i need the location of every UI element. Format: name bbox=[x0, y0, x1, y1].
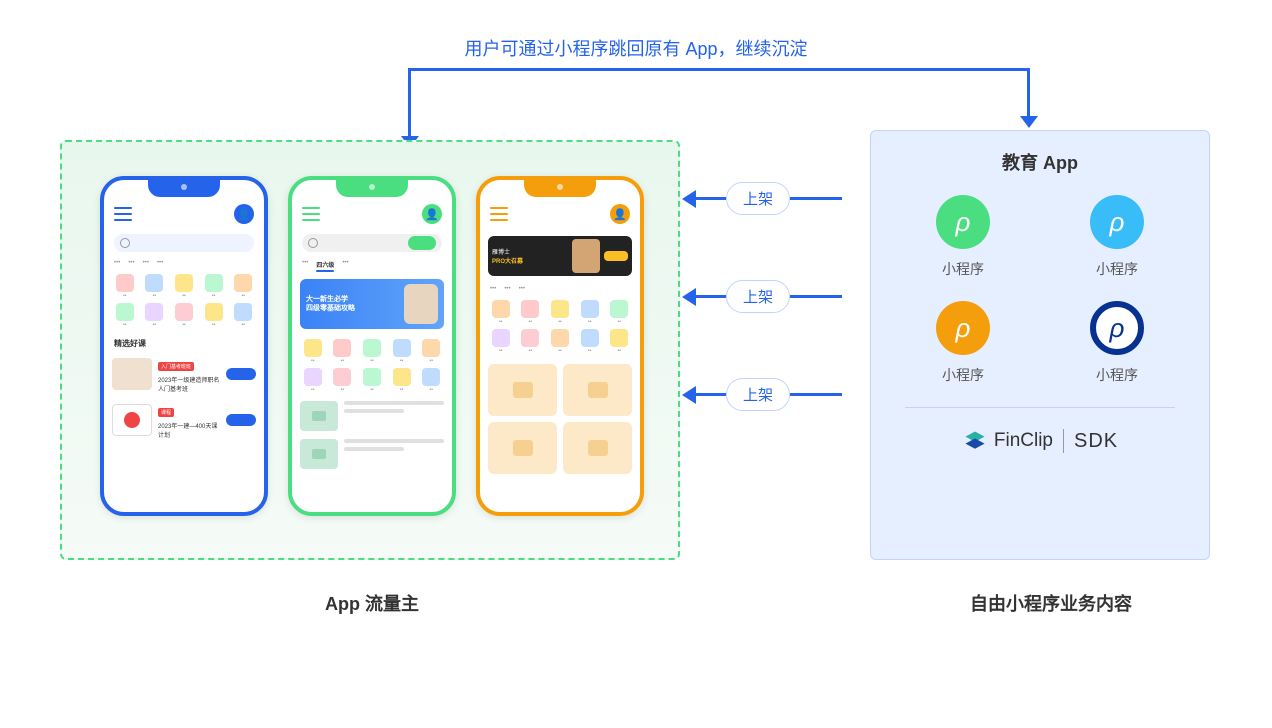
publish-arrow: 上架 bbox=[682, 182, 842, 215]
search-bar bbox=[114, 234, 254, 252]
content-cell bbox=[563, 422, 632, 474]
user-avatar-icon: 👤 bbox=[610, 204, 630, 224]
list-thumb bbox=[300, 401, 338, 431]
banner-line1: 雁博士 bbox=[492, 247, 523, 256]
miniprogram-icon: ρ bbox=[1090, 195, 1144, 249]
sdk-brand-row: FinClip SDK bbox=[891, 428, 1189, 454]
course-title: 2023年一级建造师职名人门基考班 bbox=[158, 375, 220, 393]
content-cell bbox=[488, 364, 557, 416]
top-arrow-left-segment bbox=[408, 68, 411, 140]
sdk-label: SDK bbox=[1074, 430, 1118, 453]
category-tabs: •••四六级••• bbox=[292, 256, 452, 273]
tab-active: 四六级 bbox=[316, 260, 334, 269]
search-action bbox=[408, 236, 436, 250]
feature-icon-grid: •• •• •• •• •• •• •• •• •• •• bbox=[104, 270, 264, 332]
top-arrow-right-segment bbox=[1027, 68, 1030, 118]
finclip-logo: FinClip bbox=[962, 428, 1053, 454]
feature-icon-grid: •• •• •• •• •• •• •• •• •• •• bbox=[480, 296, 640, 358]
list-item bbox=[292, 435, 452, 473]
banner-line2: 四级零基础攻略 bbox=[306, 304, 355, 313]
course-thumbnail bbox=[112, 358, 152, 390]
search-bar bbox=[302, 234, 442, 252]
miniprogram-item: ρ 小程序 bbox=[1065, 195, 1169, 279]
miniprogram-grid: ρ 小程序 ρ 小程序 ρ 小程序 ρ 小程序 bbox=[891, 195, 1189, 385]
promo-banner: 雁博士 PRO大召募 bbox=[488, 236, 632, 276]
list-item bbox=[292, 397, 452, 435]
menu-icon bbox=[490, 207, 508, 221]
search-icon bbox=[308, 238, 318, 248]
banner-cta bbox=[604, 251, 628, 261]
menu-icon bbox=[114, 207, 132, 221]
left-panel-label: App 流量主 bbox=[325, 590, 419, 616]
publish-arrow: 上架 bbox=[682, 280, 842, 313]
phone-notch bbox=[148, 179, 220, 197]
miniprogram-label: 小程序 bbox=[1096, 259, 1138, 279]
arrow-left-icon bbox=[682, 386, 696, 404]
content-cell bbox=[488, 422, 557, 474]
course-card: 课程 2023年一建—400天课计划 bbox=[104, 397, 264, 443]
course-card: 入门基考班班 2023年一级建造师职名人门基考班 bbox=[104, 351, 264, 397]
miniprogram-item: ρ 小程序 bbox=[911, 195, 1015, 279]
miniprogram-label: 小程序 bbox=[1096, 365, 1138, 385]
miniprogram-label: 小程序 bbox=[942, 365, 984, 385]
user-avatar-icon: 👤 bbox=[422, 204, 442, 224]
banner-line1: 大一新生必学 bbox=[306, 295, 355, 304]
phone-mockup-orange: 👤 雁博士 PRO大召募 ••••••••• •• •• •• •• •• ••… bbox=[476, 176, 644, 516]
content-cell bbox=[563, 364, 632, 416]
promo-banner: 大一新生必学 四级零基础攻略 bbox=[300, 279, 444, 329]
phone-notch bbox=[336, 179, 408, 197]
miniprogram-icon: ρ bbox=[1090, 301, 1144, 355]
divider bbox=[905, 407, 1175, 408]
section-title: 精选好课 bbox=[104, 332, 264, 351]
miniprogram-label: 小程序 bbox=[942, 259, 984, 279]
right-panel-title: 教育 App bbox=[891, 149, 1189, 175]
vertical-divider bbox=[1063, 429, 1064, 453]
miniprogram-icon: ρ bbox=[936, 195, 990, 249]
banner-portrait bbox=[572, 239, 600, 273]
right-panel-label: 自由小程序业务内容 bbox=[970, 590, 1132, 616]
course-title: 2023年一建—400天课计划 bbox=[158, 421, 220, 439]
miniprogram-item: ρ 小程序 bbox=[911, 301, 1015, 385]
finclip-brand-text: FinClip bbox=[994, 430, 1053, 452]
menu-icon bbox=[302, 207, 320, 221]
arrow-label: 上架 bbox=[726, 378, 790, 411]
badge: 课程 bbox=[158, 408, 174, 417]
top-arrow-right-head-icon bbox=[1020, 116, 1038, 128]
user-avatar-icon: 👤 bbox=[234, 204, 254, 224]
badge: 入门基考班班 bbox=[158, 362, 194, 371]
content-grid bbox=[480, 358, 640, 480]
arrow-left-icon bbox=[682, 190, 696, 208]
arrow-left-icon bbox=[682, 288, 696, 306]
phone-notch bbox=[524, 179, 596, 197]
miniprogram-icon: ρ bbox=[936, 301, 990, 355]
miniprogram-item: ρ 小程序 bbox=[1065, 301, 1169, 385]
top-arrow-horizontal bbox=[410, 68, 1030, 71]
phone-mockup-blue: 👤 •••••••••••• •• •• •• •• •• •• •• •• •… bbox=[100, 176, 268, 516]
arrow-label: 上架 bbox=[726, 280, 790, 313]
top-flow-label: 用户可通过小程序跳回原有 App，继续沉淀 bbox=[464, 35, 807, 61]
category-tabs: •••••••••••• bbox=[104, 256, 264, 270]
banner-portrait bbox=[404, 284, 438, 324]
feature-icon-grid: •• •• •• •• •• •• •• •• •• •• bbox=[292, 335, 452, 397]
enroll-button bbox=[226, 368, 256, 380]
arrow-label: 上架 bbox=[726, 182, 790, 215]
search-icon bbox=[120, 238, 130, 248]
enroll-button bbox=[226, 414, 256, 426]
right-app-panel: 教育 App ρ 小程序 ρ 小程序 ρ 小程序 ρ 小程序 FinClip S… bbox=[870, 130, 1210, 560]
course-thumbnail bbox=[112, 404, 152, 436]
category-tabs: ••••••••• bbox=[480, 282, 640, 296]
banner-line2: PRO大召募 bbox=[492, 256, 523, 265]
publish-arrow: 上架 bbox=[682, 378, 842, 411]
phone-mockup-green: 👤 •••四六级••• 大一新生必学 四级零基础攻略 •• •• •• •• •… bbox=[288, 176, 456, 516]
finclip-logo-icon bbox=[962, 428, 988, 454]
list-thumb bbox=[300, 439, 338, 469]
